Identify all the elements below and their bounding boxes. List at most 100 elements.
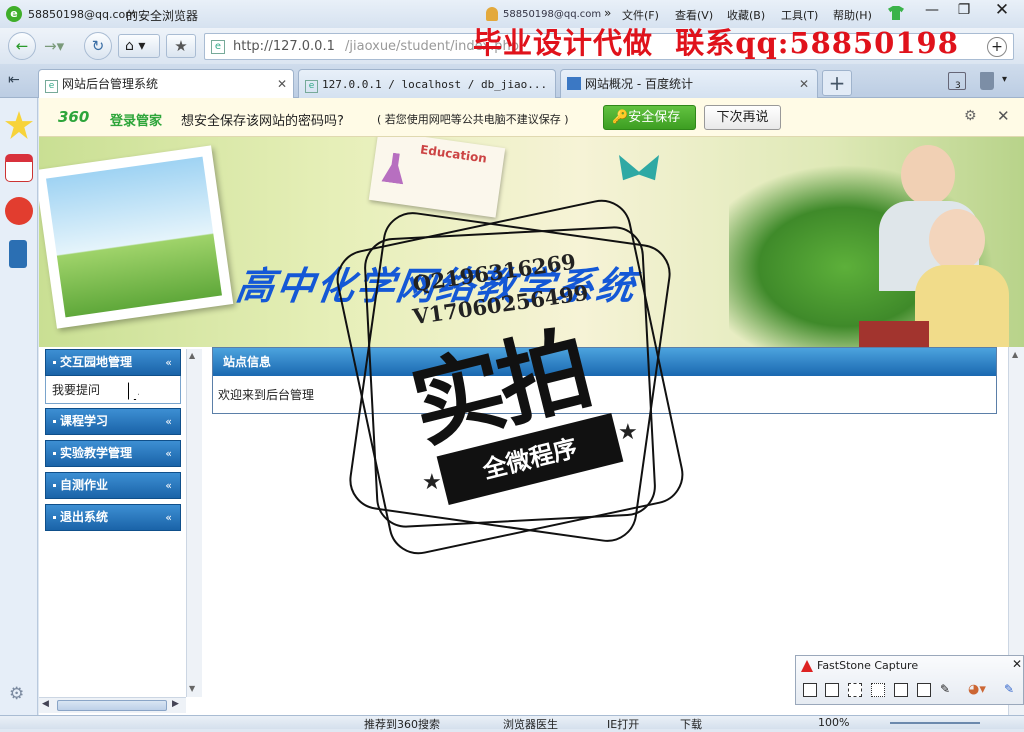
key-icon: 🔑 (612, 110, 629, 125)
tab-label: 网站后台管理系统 (62, 77, 159, 91)
bar-settings-icon[interactable]: ⚙ (964, 108, 977, 124)
faststone-title: FastStone Capture (817, 659, 919, 672)
stamp-star-icon: ★ (422, 470, 442, 495)
trash-icon[interactable] (980, 72, 994, 90)
page-icon: e (211, 40, 225, 54)
skin-shirt-icon[interactable] (888, 6, 904, 20)
nav-label: 实验教学管理 (60, 446, 133, 460)
weibo-icon[interactable] (5, 197, 33, 225)
left-frame-hscrollbar[interactable]: ◀ ▶ (39, 697, 186, 713)
palette-icon[interactable]: ◕▾ (968, 682, 986, 697)
stamp-star-icon: ★ (618, 420, 638, 445)
mobile-icon[interactable] (9, 240, 27, 268)
sidebar-toggle-icon[interactable]: ⇤ (8, 72, 20, 88)
tab-admin[interactable]: e 网站后台管理系统 ✕ (38, 69, 294, 98)
butterfly-icon (619, 155, 659, 181)
tab-close-icon[interactable]: ✕ (799, 70, 809, 98)
nav-logout[interactable]: 退出系统 « (45, 504, 181, 531)
nav-label: 自测作业 (60, 478, 109, 492)
status-zoom[interactable]: 100% (818, 716, 849, 729)
page-icon: e (305, 80, 318, 93)
capture-window-icon[interactable] (803, 683, 817, 697)
trash-dropdown-icon[interactable]: ▾ (1002, 74, 1007, 85)
news-icon[interactable] (5, 154, 33, 182)
flask-icon (381, 152, 407, 185)
tab-close-icon[interactable]: ✕ (277, 70, 287, 98)
panel-title: 站点信息 (223, 355, 272, 369)
panel-body-text: 欢迎来到后台管理 (218, 388, 315, 402)
favorite-star-button[interactable]: ★ (166, 34, 196, 58)
capture-fullscreen-icon[interactable] (894, 683, 908, 697)
back-button[interactable]: ← (8, 32, 36, 60)
faststone-toolbar: FastStone Capture ✕ ✎ ◕▾ ✎ (795, 655, 1024, 705)
scroll-right-icon[interactable]: ▶ (172, 699, 179, 709)
account-label[interactable]: 58850198@qq.com (503, 9, 601, 20)
brand-number: 360 (58, 108, 90, 126)
collapse-icon: « (165, 447, 172, 460)
nav-label: 退出系统 (60, 510, 109, 524)
capture-freehand-icon[interactable] (871, 683, 885, 697)
close-window-button[interactable]: ✕ (986, 0, 1018, 22)
nav-course[interactable]: 课程学习 « (45, 408, 181, 435)
scroll-up-icon[interactable]: ▲ (189, 351, 195, 360)
add-extension-icon[interactable]: + (987, 37, 1007, 57)
scroll-down-icon[interactable]: ▼ (189, 684, 195, 693)
nav-experiment[interactable]: 实验教学管理 « (45, 440, 181, 467)
safe-save-label: 安全保存 (628, 110, 681, 125)
capture-rect-icon[interactable] (848, 683, 862, 697)
window-title: 的安全浏览器 (126, 9, 199, 23)
more-chevron-icon[interactable]: » (604, 6, 611, 20)
mouse-cursor-icon (128, 382, 139, 400)
new-tab-button[interactable]: + (822, 70, 852, 96)
refresh-button[interactable]: ↻ (84, 32, 112, 60)
students-image (819, 145, 1009, 347)
tab-phpmyadmin[interactable]: e 127.0.0.1 / localhost / db_jiao... (298, 69, 556, 98)
maximize-button[interactable]: ❐ (950, 2, 978, 22)
capture-object-icon[interactable] (825, 683, 839, 697)
faststone-close-icon[interactable]: ✕ (1012, 657, 1022, 671)
minimize-button[interactable]: — (918, 2, 946, 22)
capture-scroll-icon[interactable] (917, 683, 931, 697)
scroll-thumb[interactable] (57, 700, 167, 711)
status-bar: 推荐到360搜索 浏览器医生 IE打开 下载 100% (0, 715, 1024, 732)
tab-count: 3 (955, 81, 961, 91)
collapse-icon: « (165, 479, 172, 492)
education-card-text: Education (419, 142, 488, 166)
faststone-logo-icon (801, 660, 813, 672)
settings-icon[interactable]: ✎ (1004, 682, 1014, 696)
scroll-up-icon[interactable]: ▲ (1012, 350, 1018, 359)
status-ie-open[interactable]: IE打开 (607, 716, 639, 732)
color-picker-icon[interactable]: ✎ (940, 683, 954, 697)
forward-button[interactable]: →▾ (44, 37, 64, 55)
nav-item-ask-question[interactable]: 我要提问 (52, 381, 100, 398)
nav-interaction[interactable]: 交互园地管理 « (45, 349, 181, 376)
tab-baidu-stats[interactable]: 网站概况 - 百度统计 ✕ (560, 69, 818, 98)
later-button[interactable]: 下次再说 (704, 105, 781, 130)
stamp-watermark: Q2196316269 V17060256499 实拍 全微程序 ★ ★ (331, 194, 689, 560)
page-icon: e (45, 80, 58, 93)
tab-bar: ⇤ e 网站后台管理系统 ✕ e 127.0.0.1 / localhost / d… (0, 64, 1024, 98)
collapse-icon: « (165, 511, 172, 524)
zoom-slider[interactable] (890, 722, 980, 724)
left-frame-scrollbar[interactable]: ▲ ▼ (186, 349, 202, 697)
collapse-icon: « (165, 415, 172, 428)
user-avatar-icon (486, 7, 498, 21)
browser-logo-icon: e (6, 6, 22, 22)
nav-selftest[interactable]: 自测作业 « (45, 472, 181, 499)
scroll-left-icon[interactable]: ◀ (42, 699, 49, 709)
status-doctor[interactable]: 浏览器医生 (503, 716, 558, 732)
save-question: 想安全保存该网站的密码吗? (181, 114, 344, 129)
status-download[interactable]: 下载 (680, 716, 702, 732)
brand-name: 登录管家 (110, 114, 163, 129)
settings-gear-icon[interactable]: ⚙ (9, 684, 24, 704)
save-note: ( 若您使用网吧等公共电脑不建议保存 ) (377, 113, 569, 126)
safe-save-button[interactable]: 🔑安全保存 (603, 105, 696, 130)
window-title-user: 58850198@qq.com (28, 8, 136, 21)
browser-sidebar: ⚙ (0, 98, 38, 715)
ad-watermark: 毕业设计代做 联系qq:58850198 (473, 26, 959, 60)
bar-close-icon[interactable]: ✕ (997, 107, 1010, 125)
favorites-star-icon[interactable] (5, 111, 33, 139)
tab-label: 127.0.0.1 / localhost / db_jiao... (322, 78, 548, 91)
status-recommend[interactable]: 推荐到360搜索 (364, 716, 440, 732)
home-button[interactable]: ⌂ ▾ (118, 34, 160, 58)
